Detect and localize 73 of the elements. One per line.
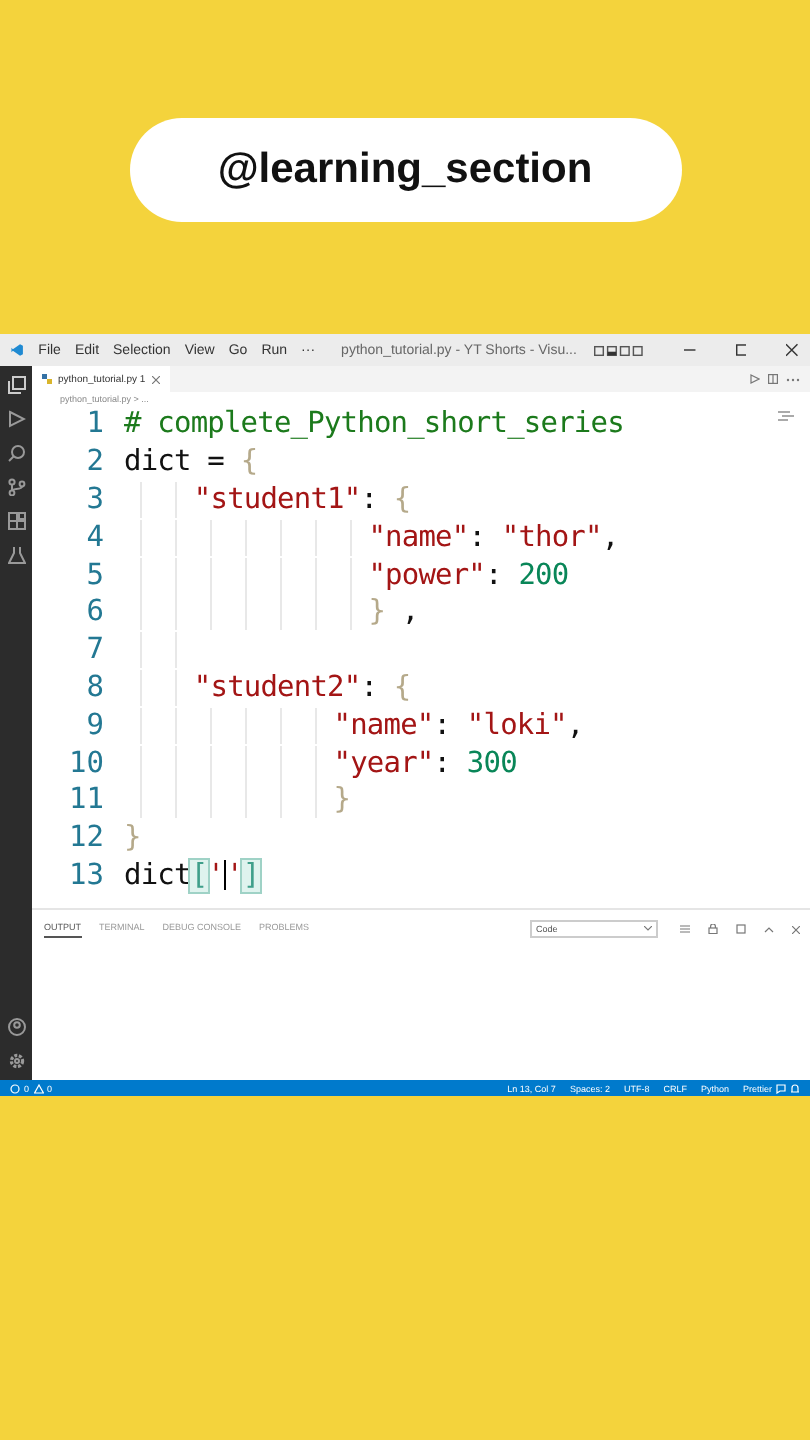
code-token: } [333, 784, 351, 817]
code-token: : [433, 709, 453, 742]
close-icon[interactable] [792, 925, 800, 933]
line-number: 5 [84, 559, 106, 592]
run-icon[interactable] [750, 374, 760, 384]
code-token: 300 [466, 747, 517, 780]
error-icon[interactable] [10, 1083, 20, 1093]
warning-icon[interactable] [33, 1083, 44, 1093]
code-token: : [433, 747, 453, 780]
code-token: { [393, 671, 411, 704]
code-token: # complete_Python_short_series [124, 408, 624, 441]
code-token: { [393, 483, 411, 516]
source-control-icon[interactable] [7, 478, 25, 496]
code-token: ' [207, 859, 225, 892]
close-icon[interactable] [786, 342, 799, 358]
line-number: 6 [84, 596, 106, 629]
code-token: dict [124, 859, 191, 892]
settings-icon[interactable] [7, 1052, 25, 1070]
maximize-icon[interactable] [735, 342, 747, 358]
code-token: { [240, 446, 258, 479]
code-token: "student1" [193, 483, 361, 516]
line-number: 8 [84, 671, 106, 704]
code-token: "year" [333, 747, 434, 780]
code-token: "name" [333, 709, 434, 742]
account-icon[interactable] [7, 1018, 25, 1036]
chevron-icon [644, 926, 652, 932]
code-token: ] [242, 859, 260, 892]
line-number: 3 [84, 483, 106, 516]
code-token: } [368, 596, 386, 629]
line-number: 11 [67, 784, 106, 817]
close-icon[interactable] [151, 375, 160, 383]
line-number: 9 [84, 709, 106, 742]
code-token: : [360, 483, 380, 516]
code-token: : [485, 559, 504, 592]
channel-name-label: @learning_section [129, 118, 681, 222]
flask-icon[interactable] [7, 546, 25, 564]
code-token: [ [190, 859, 208, 892]
code-token: } [124, 822, 141, 855]
line-number: 13 [67, 859, 106, 892]
search-icon[interactable] [7, 444, 25, 462]
code-token: , [566, 709, 584, 742]
lock-icon[interactable] [708, 924, 718, 934]
code-token: dict = [124, 446, 226, 479]
code-token: : [360, 671, 380, 704]
code-token: , [601, 521, 619, 554]
line-number: 7 [84, 634, 106, 667]
code-token: "student2" [193, 671, 361, 704]
line-number: 12 [67, 822, 106, 855]
python-file-icon [42, 374, 52, 384]
editor-logo-icon [10, 340, 25, 360]
clear-icon[interactable] [736, 924, 746, 934]
chevron-up-icon[interactable] [764, 925, 774, 933]
feedback-icon[interactable] [776, 1083, 786, 1093]
files-icon[interactable] [7, 376, 25, 394]
code-token: : [468, 521, 488, 554]
text-cursor [224, 860, 227, 891]
code-token: 200 [518, 559, 569, 592]
line-number: 1 [84, 408, 106, 441]
code-token: "thor" [501, 521, 602, 554]
line-number: 2 [84, 446, 106, 479]
layout-icon[interactable] [594, 343, 644, 357]
split-editor-icon[interactable] [768, 374, 778, 384]
code-token: "name" [368, 521, 469, 554]
run-debug-icon[interactable] [7, 410, 25, 428]
line-number: 10 [67, 747, 106, 780]
code-token: "loki" [466, 709, 567, 742]
code-token: ' [226, 859, 243, 892]
line-number: 4 [84, 521, 106, 554]
extensions-icon[interactable] [7, 512, 25, 530]
code-token: , [399, 596, 419, 629]
code-token: "power" [368, 559, 486, 592]
bell-icon[interactable] [790, 1083, 800, 1093]
minimap-icon [778, 410, 794, 422]
